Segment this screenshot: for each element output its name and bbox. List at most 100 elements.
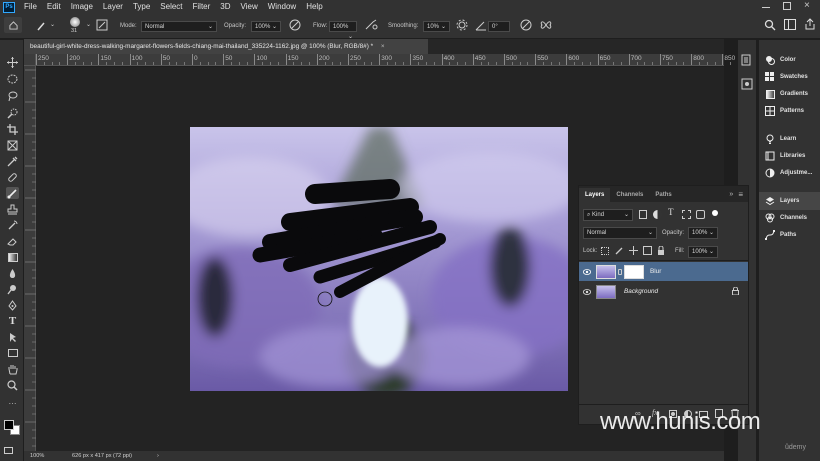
pressure-opacity-icon[interactable] [289, 19, 301, 31]
blur-tool-icon[interactable] [6, 267, 19, 279]
panel-learn[interactable]: Learn [765, 131, 796, 147]
panel-color[interactable]: Color [765, 52, 796, 68]
panel-channels[interactable]: Channels [765, 210, 807, 226]
collapse-panel-icon[interactable]: » [729, 188, 733, 202]
search-icon[interactable] [764, 19, 776, 31]
smoothing-input[interactable]: 10% ⌄ [423, 21, 450, 32]
layer-mask-thumbnail[interactable] [624, 264, 644, 279]
chain-link-icon[interactable] [618, 268, 622, 275]
layer-opacity-input[interactable]: 100% ⌄ [688, 227, 718, 239]
panel-gradients[interactable]: Gradients [765, 86, 808, 102]
lock-position-icon[interactable] [629, 246, 638, 255]
visibility-eye-icon[interactable] [583, 288, 591, 295]
zoom-level[interactable]: 100% [30, 451, 44, 461]
document-image[interactable] [190, 127, 568, 391]
quick-selection-tool-icon[interactable] [6, 107, 19, 119]
kind-filter-select[interactable]: ⌕ Kind ⌄ [583, 209, 633, 221]
filter-shape-icon[interactable] [682, 210, 691, 219]
chevron-down-icon[interactable]: ⌄ [86, 21, 91, 28]
menu-help[interactable]: Help [301, 0, 327, 14]
hand-tool-icon[interactable] [6, 363, 19, 375]
dodge-tool-icon[interactable] [6, 283, 19, 295]
filter-toggle-icon[interactable] [712, 210, 718, 216]
menu-file[interactable]: File [19, 0, 42, 14]
menu-select[interactable]: Select [155, 0, 187, 14]
filter-pixel-icon[interactable] [639, 210, 647, 219]
lock-artboard-icon[interactable] [643, 246, 652, 255]
filter-type-icon[interactable]: T [668, 207, 674, 217]
workspace-icon[interactable] [784, 19, 796, 30]
frame-tool-icon[interactable] [6, 139, 19, 151]
menu-view[interactable]: View [236, 0, 263, 14]
maximize-icon[interactable] [783, 2, 791, 10]
layer-name[interactable]: Blur [650, 268, 661, 275]
layer-row-blur[interactable]: Blur [579, 262, 748, 281]
foreground-color-swatch[interactable] [4, 420, 14, 430]
angle-input[interactable]: 0° [488, 21, 510, 32]
move-tool-icon[interactable] [6, 56, 19, 68]
rectangle-tool-icon[interactable] [6, 347, 19, 359]
panel-menu-icon[interactable]: ≡ [738, 188, 743, 202]
type-tool-icon[interactable]: T [6, 315, 19, 327]
lock-transparent-icon[interactable] [601, 247, 609, 255]
brush-preset-icon[interactable] [36, 21, 46, 33]
eyedropper-tool-icon[interactable] [6, 155, 19, 167]
filter-adjustment-icon[interactable] [653, 210, 662, 219]
brush-tip-icon[interactable] [70, 17, 80, 27]
home-icon[interactable] [4, 17, 22, 33]
menu-layer[interactable]: Layer [98, 0, 128, 14]
share-icon[interactable] [804, 18, 816, 30]
mode-select[interactable]: Normal ⌄ [141, 21, 217, 32]
marquee-tool-icon[interactable] [6, 73, 19, 85]
crop-tool-icon[interactable] [6, 123, 19, 135]
properties-panel-icon[interactable] [741, 78, 753, 90]
smoothing-options-gear-icon[interactable] [456, 19, 468, 31]
status-menu-arrow-icon[interactable]: › [157, 451, 159, 461]
filter-smart-object-icon[interactable] [696, 210, 705, 219]
brush-settings-icon[interactable] [96, 19, 108, 31]
layer-row-background[interactable]: Background [579, 282, 748, 301]
clone-stamp-tool-icon[interactable] [6, 203, 19, 215]
document-tab[interactable]: beautiful-girl-white-dress-walking-marga… [24, 39, 428, 54]
more-tools-icon[interactable]: ··· [6, 397, 19, 409]
airbrush-icon[interactable] [365, 19, 378, 31]
lock-image-icon[interactable] [615, 246, 624, 255]
menu-type[interactable]: Type [128, 0, 155, 14]
blend-mode-select[interactable]: Normal ⌄ [583, 227, 657, 239]
panel-patterns[interactable]: Patterns [765, 103, 804, 119]
zoom-tool-icon[interactable] [6, 379, 19, 391]
flow-input[interactable]: 100% ⌄ [329, 21, 357, 40]
layer-thumbnail[interactable] [596, 264, 616, 279]
panel-libraries[interactable]: Libraries [765, 148, 805, 164]
menu-filter[interactable]: Filter [188, 0, 216, 14]
tab-paths[interactable]: Paths [649, 188, 677, 202]
layer-thumbnail[interactable] [596, 284, 616, 299]
eraser-tool-icon[interactable] [6, 235, 19, 247]
history-panel-icon[interactable] [741, 54, 753, 66]
panel-swatches[interactable]: Swatches [765, 69, 808, 85]
menu-image[interactable]: Image [66, 0, 98, 14]
close-window-icon[interactable]: × [804, 0, 810, 11]
close-document-icon[interactable]: × [381, 43, 385, 50]
healing-brush-tool-icon[interactable] [6, 171, 19, 183]
chevron-down-icon[interactable]: ⌄ [50, 21, 55, 28]
tab-channels[interactable]: Channels [610, 188, 649, 202]
panel-adjustments[interactable]: Adjustme... [765, 165, 812, 181]
tab-layers[interactable]: Layers [579, 188, 611, 202]
path-selection-tool-icon[interactable] [6, 331, 19, 343]
visibility-eye-icon[interactable] [583, 268, 591, 275]
layer-name[interactable]: Background [624, 288, 658, 295]
symmetry-butterfly-icon[interactable] [540, 19, 552, 31]
menu-window[interactable]: Window [263, 0, 301, 14]
quick-mask-icon[interactable] [4, 447, 13, 454]
brush-tool-icon[interactable] [6, 187, 19, 199]
pressure-size-icon[interactable] [520, 19, 532, 31]
minimize-icon[interactable] [762, 2, 772, 12]
lock-all-icon[interactable] [657, 245, 665, 255]
menu-edit[interactable]: Edit [42, 0, 66, 14]
gradient-tool-icon[interactable] [6, 251, 19, 263]
pen-tool-icon[interactable] [6, 299, 19, 311]
panel-layers[interactable]: Layers [765, 193, 799, 209]
panel-paths[interactable]: Paths [765, 227, 796, 243]
history-brush-tool-icon[interactable] [6, 219, 19, 231]
